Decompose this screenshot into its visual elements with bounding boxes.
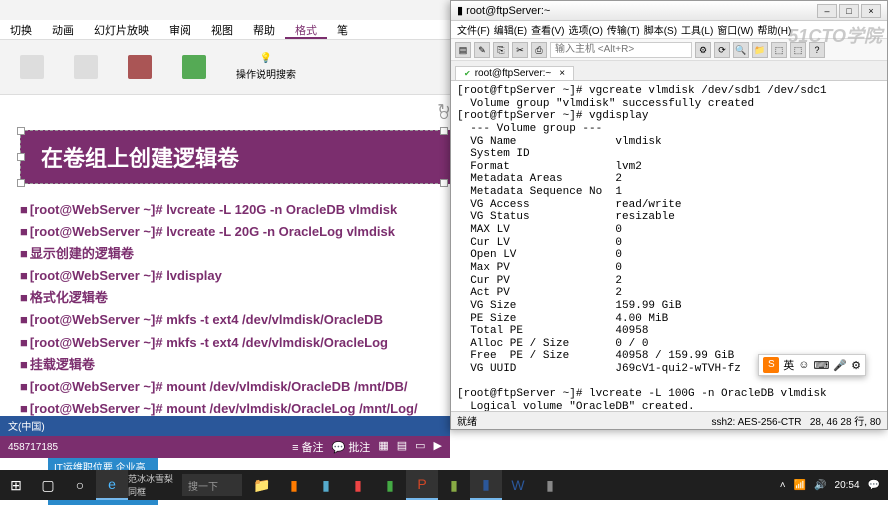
search-box[interactable]: 搜一下 [182,474,242,496]
toolbar-button[interactable]: ⎘ [493,42,509,58]
status-ready: 就绪 [457,413,477,428]
terminal-taskbar-item[interactable]: ▮ [470,470,502,500]
resize-handle[interactable] [440,127,448,135]
toolbar-button[interactable]: ✂ [512,42,528,58]
clock[interactable]: 20:54 [835,480,860,491]
terminal-tabbar: ✔ root@ftpServer:~ × [451,61,887,81]
view-normal-icon[interactable]: ▦ [378,439,388,455]
app-icon[interactable]: ▮ [534,470,566,500]
taskbar: ⊞ ▢ ○ e 范冰冰雪梨同框 搜一下 📁 ▮ ▮ ▮ ▮ P ▮ ▮ W ▮ … [0,470,888,500]
view-slideshow-icon[interactable]: ▶ [434,439,442,455]
app-icon[interactable]: ▮ [438,470,470,500]
ribbon-tab[interactable]: 切换 [0,20,42,39]
tab-close-icon[interactable]: × [559,68,565,79]
status-cursor-pos: 28, 46 28 行, 80 [810,417,881,428]
slide-title-text: 在卷组上创建逻辑卷 [41,146,239,171]
watermark: 51CTO学院 [788,22,882,48]
close-button[interactable]: × [861,4,881,18]
powerpoint-taskbar-item[interactable]: P [406,470,438,500]
notes-button[interactable]: ≡ 备注 [292,439,323,455]
ribbon-tab[interactable]: 幻灯片放映 [84,20,159,39]
ribbon-tab[interactable]: 动画 [42,20,84,39]
toolbar-button[interactable]: 🔍 [733,42,749,58]
menu-item[interactable]: 选项(O) [568,22,602,37]
menu-item[interactable]: 帮助(H) [757,22,791,37]
comments-button[interactable]: 💬 批注 [332,439,371,455]
app-icon[interactable]: ▮ [374,470,406,500]
toolbar-button[interactable]: ⟳ [714,42,730,58]
terminal-icon: ▮ [457,4,463,17]
toolbar-button[interactable]: ▤ [455,42,471,58]
ime-mic-icon[interactable]: 🎤 [833,359,847,372]
menu-item[interactable]: 工具(L) [681,22,713,37]
help-label: 操作说明搜索 [236,66,296,81]
connected-icon: ✔ [464,69,471,78]
menu-item[interactable]: 窗口(W) [717,22,753,37]
ie-title: 范冰冰雪梨同框 [128,472,178,498]
volume-icon[interactable]: 🔊 [814,480,826,491]
resize-handle[interactable] [17,179,25,187]
menu-item[interactable]: 查看(V) [531,22,564,37]
slide-number: 458717185 [8,442,58,453]
maximize-button[interactable]: □ [839,4,859,18]
ime-lang[interactable]: 英 [783,357,794,373]
tray-up-icon[interactable]: ˄ [780,480,786,491]
resize-handle[interactable] [17,153,25,161]
toolbar-group[interactable] [128,55,152,79]
resize-handle[interactable] [440,179,448,187]
start-button[interactable]: ⊞ [0,470,32,500]
app-icon[interactable]: ▮ [310,470,342,500]
terminal-title: root@ftpServer:~ [466,5,550,17]
terminal-statusbar: 就绪 ssh2: AES-256-CTR 28, 46 28 行, 80 [451,411,887,429]
toolbar-button[interactable]: ⬚ [771,42,787,58]
ribbon-tab[interactable]: 帮助 [243,20,285,39]
menu-item[interactable]: 传输(T) [607,22,640,37]
language-bar[interactable]: 文(中国) [0,416,450,436]
menu-item[interactable]: 脚本(S) [644,22,677,37]
word-icon[interactable]: W [502,470,534,500]
view-sorter-icon[interactable]: ▤ [397,439,407,455]
network-icon[interactable]: 📶 [794,480,806,491]
cortana-icon[interactable]: ○ [64,470,96,500]
task-view-button[interactable]: ▢ [32,470,64,500]
status-ssh: ssh2: AES-256-CTR [711,417,801,428]
toolbar-group[interactable] [182,55,206,79]
menu-item[interactable]: 编辑(E) [494,22,527,37]
terminal-tab[interactable]: ✔ root@ftpServer:~ × [455,66,574,80]
toolbar-group[interactable] [20,55,44,79]
ime-popup[interactable]: S 英 ☺ ⌨ 🎤 ⚙ [758,354,866,376]
system-tray[interactable]: ˄ 📶 🔊 20:54 💬 [780,480,888,491]
tab-label: root@ftpServer:~ [475,68,552,79]
notifications-icon[interactable]: 💬 [868,480,880,491]
toolbar-button[interactable]: ⚙ [695,42,711,58]
ime-settings-icon[interactable]: ⚙ [851,359,861,372]
ribbon-tab[interactable]: 视图 [201,20,243,39]
ribbon-tab[interactable]: 笔 [327,20,358,39]
toolbar-button[interactable]: ✎ [474,42,490,58]
minimize-button[interactable]: – [817,4,837,18]
app-icon[interactable]: ▮ [278,470,310,500]
toolbar-group[interactable] [74,55,98,79]
menu-item[interactable]: 文件(F) [457,22,490,37]
app-icon[interactable]: ▮ [342,470,374,500]
ppt-statusbar: 458717185 ≡ 备注 💬 批注 ▦ ▤ ▭ ▶ [0,436,450,458]
ie-taskbar-item[interactable]: e [96,470,128,500]
explorer-icon[interactable]: 📁 [246,470,278,500]
view-reading-icon[interactable]: ▭ [415,439,425,455]
ime-keyboard-icon[interactable]: ⌨ [814,359,830,372]
rotate-handle[interactable] [440,111,448,119]
sogou-icon: S [763,357,779,373]
ribbon-tab[interactable]: 审阅 [159,20,201,39]
toolbar-button[interactable]: 📁 [752,42,768,58]
ime-icon[interactable]: ☺ [798,359,809,371]
host-input[interactable] [550,42,692,58]
ribbon-tab[interactable]: 格式 [285,20,327,39]
terminal-titlebar[interactable]: ▮ root@ftpServer:~ – □ × [451,1,887,21]
resize-handle[interactable] [17,127,25,135]
toolbar-button[interactable]: ⎙ [531,42,547,58]
toolbar-help[interactable]: 💡 操作说明搜索 [236,53,296,81]
